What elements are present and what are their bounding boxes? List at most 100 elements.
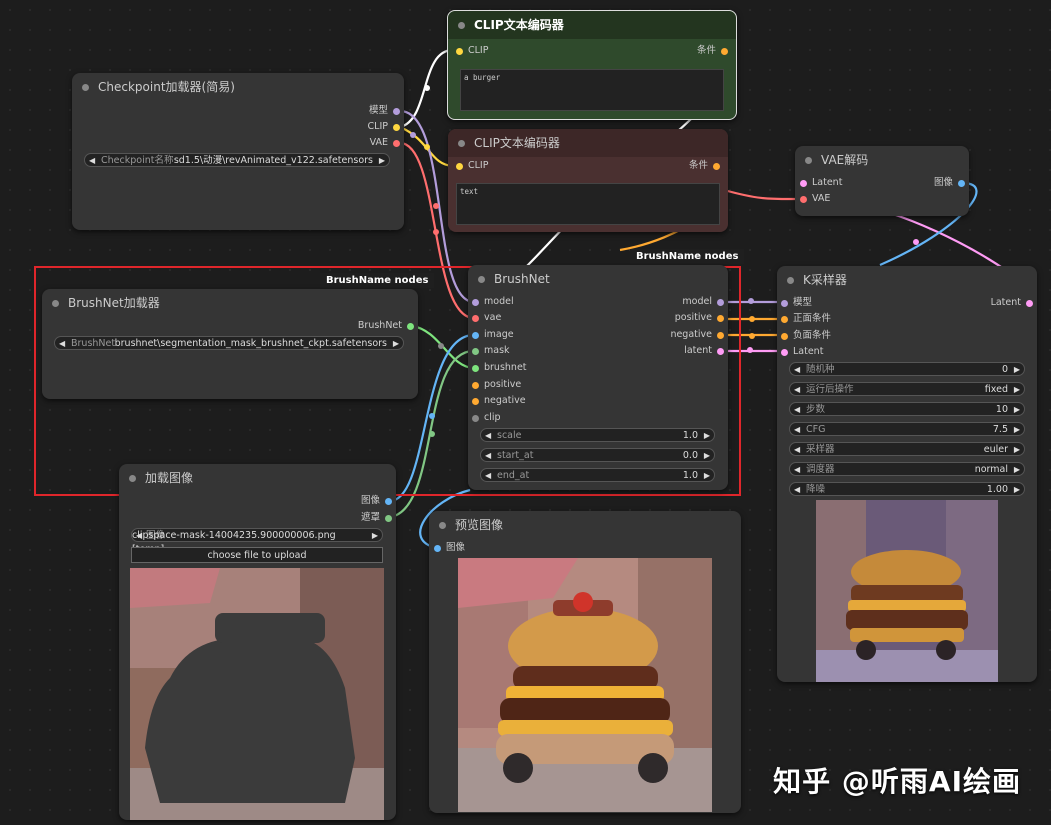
arrow-left-icon[interactable]: ◀ [59,337,65,351]
vae-pin-icon[interactable] [393,139,400,147]
collapse-dot-icon[interactable] [805,157,812,164]
output-positive[interactable]: positive [675,311,724,325]
input-latent[interactable]: Latent [781,345,823,359]
input-clip[interactable]: CLIP [456,159,488,173]
output-latent[interactable]: latent [684,344,724,358]
arrow-left-icon[interactable]: ◀ [794,423,800,437]
latent-pin-icon[interactable] [800,179,807,187]
input-model[interactable]: 模型 [781,296,812,310]
vae-decode-node[interactable]: VAE解码 Latent VAE 图像 [795,146,969,216]
start-at-slider[interactable]: ◀ start_at 0.0 ▶ [480,448,715,462]
end-at-slider[interactable]: ◀ end_at 1.0 ▶ [480,468,715,482]
checkpoint-name-combo[interactable]: ◀ Checkpoint名称 sd1.5\动漫\revAnimated_v122… [84,153,390,167]
arrow-left-icon[interactable]: ◀ [485,469,491,483]
arrow-right-icon[interactable]: ▶ [704,449,710,463]
arrow-left-icon[interactable]: ◀ [485,429,491,443]
input-positive[interactable]: 正面条件 [781,312,831,326]
input-clip[interactable]: CLIP [456,44,488,58]
model-pin-icon[interactable] [717,298,724,306]
output-negative[interactable]: negative [670,328,724,342]
input-model[interactable]: model [472,295,514,309]
output-model[interactable]: 模型 [369,104,400,118]
arrow-right-icon[interactable]: ▶ [1014,423,1020,437]
arrow-right-icon[interactable]: ▶ [379,154,385,168]
output-conditioning[interactable]: 条件 [697,44,728,58]
brushnet-loader-node[interactable]: BrushNet加载器 BrushNet ◀ BrushNet brushnet… [42,289,418,399]
clip-pin-icon[interactable] [472,414,479,422]
output-image[interactable]: 图像 [361,494,392,508]
clip-pin-icon[interactable] [456,162,463,170]
mask-pin-icon[interactable] [472,347,479,355]
scheduler-widget[interactable]: ◀ 调度器 normal ▶ [789,462,1025,476]
output-vae[interactable]: VAE [370,136,400,150]
vae-pin-icon[interactable] [800,195,807,203]
latent-pin-icon[interactable] [781,348,788,356]
image-file-combo[interactable]: ◀ 图像 clipspace-mask-14004235.900000006.p… [131,528,383,555]
output-clip[interactable]: CLIP [368,120,400,134]
seed-widget[interactable]: ◀ 随机种 0 ▶ [789,362,1025,376]
prompt-textarea[interactable]: a burger [460,69,724,111]
arrow-right-icon[interactable]: ▶ [1014,443,1020,457]
collapse-dot-icon[interactable] [787,277,794,284]
prompt-textarea[interactable]: text [456,183,720,225]
image-pin-icon[interactable] [958,179,965,187]
conditioning-pin-icon[interactable] [717,331,724,339]
arrow-right-icon[interactable]: ▶ [393,337,399,351]
collapse-dot-icon[interactable] [458,140,465,147]
input-positive[interactable]: positive [472,378,521,392]
preview-image-node[interactable]: 预览图像 图像 [429,511,741,813]
mask-pin-icon[interactable] [385,514,392,522]
conditioning-pin-icon[interactable] [781,332,788,340]
collapse-dot-icon[interactable] [439,522,446,529]
collapse-dot-icon[interactable] [458,22,465,29]
model-pin-icon[interactable] [393,107,400,115]
latent-pin-icon[interactable] [717,347,724,355]
conditioning-pin-icon[interactable] [472,381,479,389]
vae-pin-icon[interactable] [472,314,479,322]
arrow-left-icon[interactable]: ◀ [89,154,95,168]
sampler-widget[interactable]: ◀ 采样器 euler ▶ [789,442,1025,456]
collapse-dot-icon[interactable] [52,300,59,307]
output-model[interactable]: model [682,295,724,309]
input-negative[interactable]: negative [472,394,526,408]
load-image-node[interactable]: 加载图像 图像 遮罩 ◀ 图像 clipspace-mask-14004235.… [119,464,396,820]
conditioning-pin-icon[interactable] [721,47,728,55]
input-image[interactable]: 图像 [434,541,465,555]
conditioning-pin-icon[interactable] [781,315,788,323]
brushnet-pin-icon[interactable] [407,322,414,330]
input-image[interactable]: image [472,328,514,342]
clip-pin-icon[interactable] [456,47,463,55]
conditioning-pin-icon[interactable] [472,397,479,405]
arrow-right-icon[interactable]: ▶ [1014,383,1020,397]
conditioning-pin-icon[interactable] [717,314,724,322]
arrow-right-icon[interactable]: ▶ [1014,463,1020,477]
arrow-left-icon[interactable]: ◀ [794,383,800,397]
steps-widget[interactable]: ◀ 步数 10 ▶ [789,402,1025,416]
image-pin-icon[interactable] [385,497,392,505]
arrow-left-icon[interactable]: ◀ [794,463,800,477]
arrow-right-icon[interactable]: ▶ [704,429,710,443]
clip-pin-icon[interactable] [393,123,400,131]
collapse-dot-icon[interactable] [129,475,136,482]
model-pin-icon[interactable] [472,298,479,306]
arrow-right-icon[interactable]: ▶ [372,529,378,543]
output-brushnet[interactable]: BrushNet [358,319,414,333]
arrow-left-icon[interactable]: ◀ [794,403,800,417]
arrow-right-icon[interactable]: ▶ [1014,363,1020,377]
input-negative[interactable]: 负面条件 [781,329,831,343]
brushnet-pin-icon[interactable] [472,364,479,372]
image-pin-icon[interactable] [434,544,441,552]
latent-pin-icon[interactable] [1026,299,1033,307]
conditioning-pin-icon[interactable] [713,162,720,170]
cfg-widget[interactable]: ◀ CFG 7.5 ▶ [789,422,1025,436]
input-mask[interactable]: mask [472,344,510,358]
ksampler-node[interactable]: K采样器 模型 正面条件 负面条件 Latent Latent ◀ 随机种 0 ▶ ◀… [777,266,1037,682]
output-image[interactable]: 图像 [934,176,965,190]
checkpoint-loader-node[interactable]: Checkpoint加载器(简易) 模型 CLIP VAE ◀ Checkpoi… [72,73,404,230]
collapse-dot-icon[interactable] [82,84,89,91]
arrow-right-icon[interactable]: ▶ [704,469,710,483]
brushnet-node[interactable]: BrushNet model vae image mask brushnet p… [468,265,728,490]
image-pin-icon[interactable] [472,331,479,339]
arrow-left-icon[interactable]: ◀ [794,483,800,497]
output-latent[interactable]: Latent [991,296,1033,310]
